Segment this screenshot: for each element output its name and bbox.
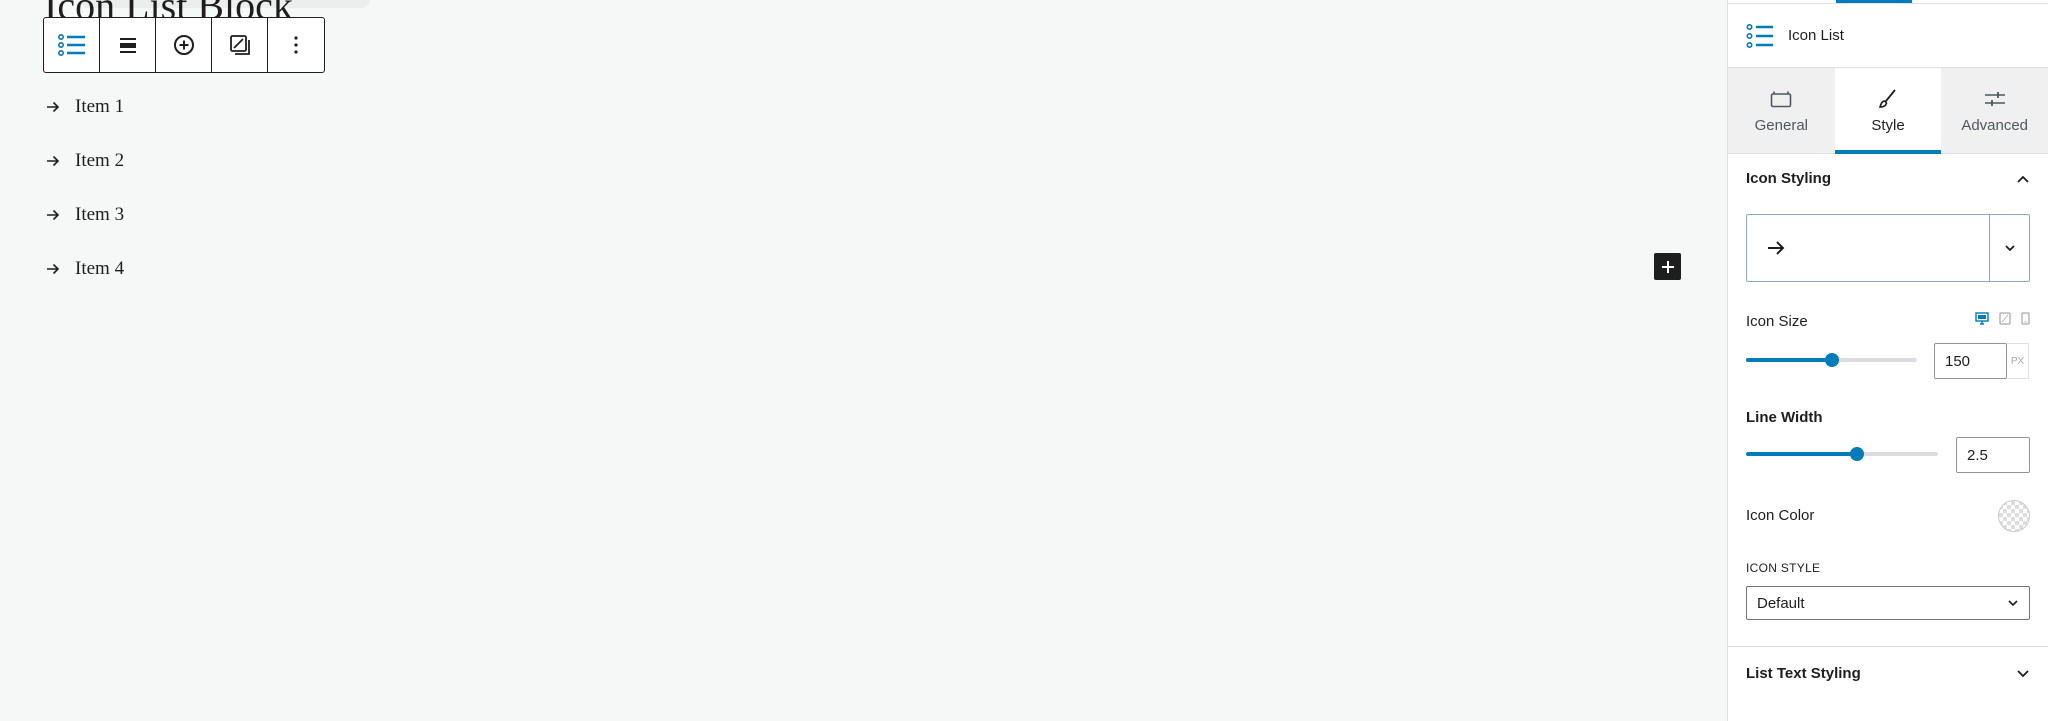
divider [1728, 646, 2048, 647]
add-item-button[interactable] [156, 18, 212, 72]
tablet-icon[interactable] [1999, 312, 2011, 325]
line-width-input[interactable]: 2.5 [1956, 437, 2030, 473]
tab-label: Style [1871, 117, 1905, 134]
responsive-switcher [1975, 312, 2030, 325]
plus-icon [1661, 260, 1674, 273]
arrow-right-icon [1768, 241, 1785, 255]
tab-label: Advanced [1961, 117, 2029, 134]
panel-title: Icon Styling [1746, 170, 1832, 187]
transform-icon [229, 35, 250, 55]
line-width-label: Line Width [1746, 409, 1823, 426]
icon-styling-panel-toggle[interactable]: Icon Styling [1746, 170, 2030, 187]
slider-thumb[interactable] [1850, 447, 1865, 461]
align-button[interactable] [100, 18, 156, 72]
more-options-icon [294, 36, 298, 54]
chevron-down-icon [2008, 600, 2018, 607]
brush-icon [1877, 87, 1899, 111]
list-item-label: Item 1 [75, 96, 125, 117]
arrow-right-icon [45, 98, 63, 116]
unit-label: PX [2007, 343, 2029, 379]
icon-picker-preview[interactable] [1747, 215, 1989, 281]
settings-sidebar: Icon List General Style Advanced Icon St… [1727, 0, 2048, 721]
block-card: Icon List [1728, 4, 2048, 68]
tab-advanced[interactable]: Advanced [1941, 68, 2048, 153]
toolbar-shadow [80, 0, 370, 8]
arrow-right-icon [45, 260, 63, 278]
arrow-right-icon [45, 152, 63, 170]
block-toolbar [43, 17, 325, 73]
list-text-styling-panel-toggle[interactable]: List Text Styling [1746, 665, 2030, 682]
list-item[interactable]: Item 3 [45, 188, 124, 242]
list-item[interactable]: Item 2 [45, 134, 124, 188]
slider-fill [1746, 452, 1858, 456]
add-block-button[interactable] [1654, 253, 1681, 280]
tab-style[interactable]: Style [1834, 68, 1942, 154]
icon-size-input[interactable]: 150 [1934, 343, 2007, 379]
icon-style-label: ICON STYLE [1746, 561, 1821, 575]
chevron-up-icon [2017, 175, 2029, 183]
chevron-down-icon [2004, 245, 2015, 252]
mobile-icon[interactable] [2021, 312, 2030, 325]
tab-label: General [1754, 117, 1809, 134]
add-icon [173, 35, 194, 55]
list-item[interactable]: Item 4 [45, 242, 124, 296]
list-item-label: Item 2 [75, 150, 125, 171]
icon-size-label: Icon Size [1746, 313, 1808, 330]
icon-list-button[interactable] [44, 18, 100, 72]
icon-size-slider[interactable] [1746, 353, 1917, 367]
sliders-icon [1984, 87, 2006, 111]
icon-list: Item 1 Item 2 Item 3 Item 4 [45, 80, 124, 296]
align-icon [119, 38, 136, 53]
arrow-right-icon [45, 206, 63, 224]
icon-picker [1746, 214, 2030, 282]
icon-style-select[interactable]: Default [1746, 586, 2030, 620]
briefcase-icon [1770, 87, 1792, 111]
list-item-label: Item 3 [75, 204, 125, 225]
list-item-label: Item 4 [75, 258, 125, 279]
icon-list-icon [1746, 23, 1773, 48]
list-item[interactable]: Item 1 [45, 80, 124, 134]
editor-canvas: Icon List Block Item 1 Item 2 Item 3 Ite… [0, 0, 1727, 721]
desktop-icon[interactable] [1975, 312, 1989, 325]
more-options-button[interactable] [268, 18, 324, 72]
select-value: Default [1757, 594, 1805, 612]
block-name: Icon List [1788, 27, 1844, 44]
settings-tabs: General Style Advanced [1728, 68, 2048, 154]
chevron-down-icon [2017, 669, 2029, 677]
icon-color-label: Icon Color [1746, 507, 1815, 524]
icon-picker-dropdown[interactable] [1989, 215, 2029, 281]
icon-color-swatch[interactable] [1998, 500, 2030, 532]
slider-thumb[interactable] [1824, 353, 1839, 367]
transform-button[interactable] [212, 18, 268, 72]
slider-fill [1746, 358, 1832, 362]
line-width-slider[interactable] [1746, 447, 1938, 461]
tab-general[interactable]: General [1728, 68, 1835, 153]
icon-list-icon [57, 34, 85, 56]
panel-title: List Text Styling [1746, 665, 1861, 682]
